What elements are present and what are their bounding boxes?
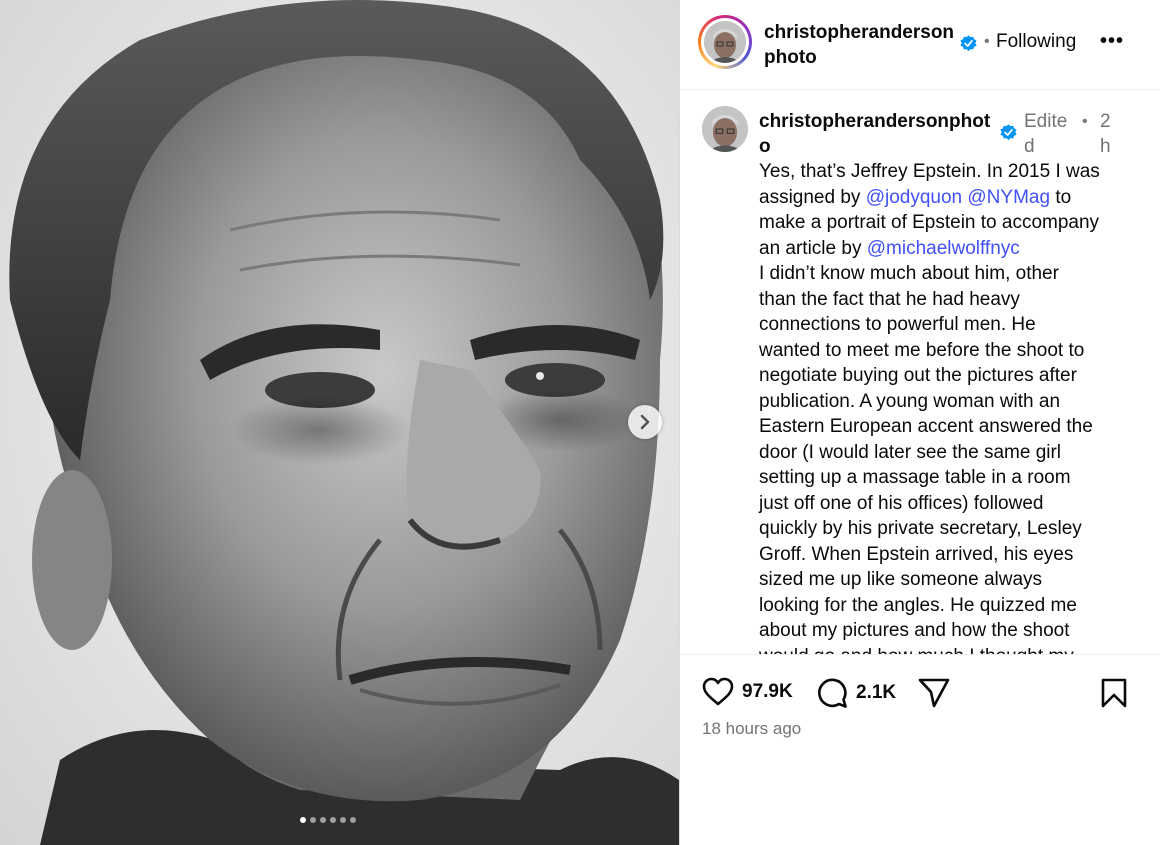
header-username[interactable]: christopherandersonphoto xyxy=(764,20,960,70)
caption-text: Yes, that’s Jeffrey Epstein. In 2015 I w… xyxy=(759,159,1139,654)
caption-text-segment: negotiate buying out the pictures after xyxy=(759,365,1077,386)
caption-line: Yes, that’s Jeffrey Epstein. In 2015 I w… xyxy=(759,159,1139,185)
more-options-button[interactable]: ••• xyxy=(1100,30,1124,53)
caption-time[interactable]: 2h xyxy=(1100,109,1114,159)
avatar-image xyxy=(702,106,748,152)
post-header: christopherandersonphoto • Following ••• xyxy=(680,0,1160,90)
caption-line: wanted to meet me before the shoot to xyxy=(759,338,1139,364)
caption-line: negotiate buying out the pictures after xyxy=(759,363,1139,389)
carousel-dot xyxy=(320,817,326,823)
caption-line: Eastern European accent answered the xyxy=(759,414,1139,440)
caption-text-segment: wanted to meet me before the shoot to xyxy=(759,339,1085,361)
save-button[interactable] xyxy=(1100,677,1128,709)
carousel-next-button[interactable] xyxy=(628,405,662,439)
caption-text-segment: Eastern European accent answered the xyxy=(759,416,1093,437)
share-button[interactable] xyxy=(917,677,951,709)
caption-text-segment: an article by xyxy=(759,237,867,259)
carousel-dot xyxy=(350,817,356,823)
following-button[interactable]: Following xyxy=(996,31,1076,53)
header-separator: • xyxy=(984,33,990,50)
caption-text-segment: connections to powerful men. He xyxy=(759,314,1036,335)
carousel-dot xyxy=(310,817,316,823)
bookmark-icon xyxy=(1101,678,1127,708)
caption-text-segment: quickly by his private secretary, Lesley xyxy=(759,518,1082,539)
caption-text-segment: would go and how much I thought my xyxy=(759,646,1074,655)
like-count[interactable]: 97.9K xyxy=(742,681,793,703)
post-actions: 97.9K 2.1K 18 hours ago xyxy=(680,654,1160,845)
caption-text-segment: about my pictures and how the shoot xyxy=(759,620,1070,641)
caption-text-segment: Yes, that’s Jeffrey Epstein. In 2015 I w… xyxy=(759,161,1100,182)
mention-link[interactable]: @NYMag xyxy=(967,187,1050,208)
verified-badge-icon xyxy=(1000,124,1017,141)
caption-line: door (I would later see the same girl xyxy=(759,440,1139,466)
caption-line: quickly by his private secretary, Lesley xyxy=(759,516,1139,542)
comment-button[interactable]: 2.1K xyxy=(816,677,896,709)
caption-text-segment: door (I would later see the same girl xyxy=(759,441,1062,463)
avatar[interactable] xyxy=(698,15,752,69)
caption-text-segment: looking for the angles. He quizzed me xyxy=(759,594,1077,616)
caption-line: looking for the angles. He quizzed me xyxy=(759,593,1139,619)
caption-line: an article by @michaelwolffnyc xyxy=(759,236,1139,262)
caption-line: Groff. When Epstein arrived, his eyes xyxy=(759,542,1139,568)
chevron-right-icon xyxy=(640,414,650,430)
edited-label: Edited xyxy=(1024,111,1068,157)
avatar-image xyxy=(704,21,746,63)
caption-text-segment: Groff. When Epstein arrived, his eyes xyxy=(759,543,1074,565)
caption-line: setting up a massage table in a room xyxy=(759,465,1139,491)
caption-avatar[interactable] xyxy=(702,106,748,152)
carousel-dot xyxy=(300,817,306,823)
caption-username[interactable]: christopherandersonphoto xyxy=(759,109,999,159)
post-side-panel: christopherandersonphoto • Following •••… xyxy=(679,0,1160,845)
caption-text-segment: to xyxy=(1050,186,1072,208)
mention-link[interactable]: @michaelwolffnyc xyxy=(867,238,1020,259)
caption-text-segment: setting up a massage table in a room xyxy=(759,467,1071,488)
caption-text-segment: publication. A young woman with an xyxy=(759,390,1061,412)
carousel-dot xyxy=(330,817,336,823)
caption-line: would go and how much I thought my xyxy=(759,644,1139,655)
caption-line: just off one of his offices) followed xyxy=(759,491,1139,517)
verified-badge-icon xyxy=(960,35,977,52)
caption-text-segment: just off one of his offices) followed xyxy=(759,492,1044,514)
like-button[interactable]: 97.9K xyxy=(702,677,793,707)
comment-count[interactable]: 2.1K xyxy=(856,682,896,704)
caption-text-segment: than the fact that he had heavy xyxy=(759,288,1020,310)
carousel-dot xyxy=(340,817,346,823)
caption-line: make a portrait of Epstein to accompany xyxy=(759,210,1139,236)
caption-area[interactable]: christopherandersonphoto Edited • 2h Yes… xyxy=(680,91,1160,654)
caption-text-segment: sized me up like someone always xyxy=(759,569,1043,590)
carousel-indicator xyxy=(300,817,356,823)
caption-line: I didn’t know much about him, other xyxy=(759,261,1139,287)
caption-line: about my pictures and how the shoot xyxy=(759,618,1139,644)
paper-plane-icon xyxy=(918,678,950,708)
comment-icon xyxy=(818,678,847,708)
caption-line: connections to powerful men. He xyxy=(759,312,1139,338)
caption-text-segment: assigned by xyxy=(759,186,866,208)
mention-link[interactable]: @jodyquon xyxy=(866,187,962,208)
portrait-image xyxy=(9,0,679,845)
heart-icon xyxy=(702,677,734,706)
caption-line: sized me up like someone always xyxy=(759,567,1139,593)
caption-text-segment: make a portrait of Epstein to accompany xyxy=(759,212,1100,233)
caption-text-segment: I didn’t know much about him, other xyxy=(759,263,1059,284)
post-photo xyxy=(0,0,679,845)
caption-line: publication. A young woman with an xyxy=(759,389,1139,415)
caption-line: assigned by @jodyquon @NYMag to xyxy=(759,185,1139,211)
post-timestamp[interactable]: 18 hours ago xyxy=(702,719,801,739)
caption-separator: • xyxy=(1082,113,1088,130)
caption-line: than the fact that he had heavy xyxy=(759,287,1139,313)
